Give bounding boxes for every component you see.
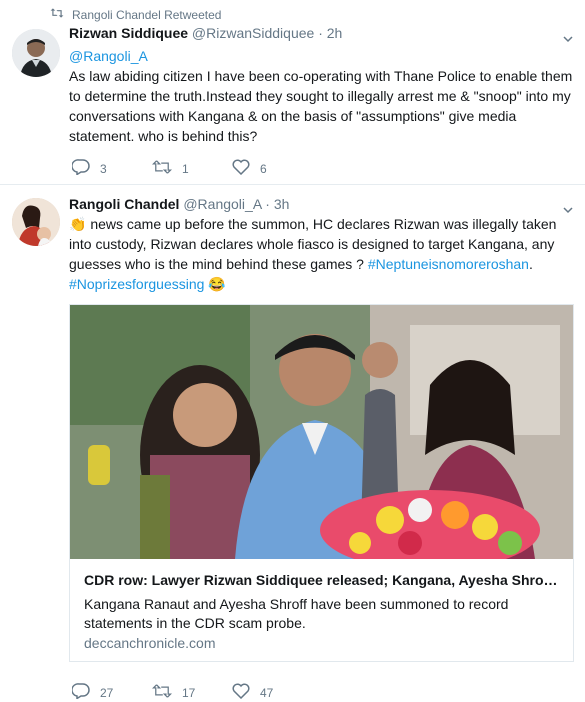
user-handle[interactable]: @RizwanSiddiquee [192,25,314,41]
avatar[interactable] [12,29,60,77]
retweet-count: 1 [182,161,189,176]
tweet-header: Rangoli Chandel @Rangoli_A · 3h [69,196,289,212]
tweet-actions: 27 17 47 [71,683,312,702]
retweet-count: 17 [182,685,196,700]
tweet-header: Rizwan Siddiquee @RizwanSiddiquee · 2h [69,25,342,41]
retweet-button[interactable]: 1 [151,160,232,177]
reply-icon [71,159,100,178]
mention-link[interactable]: @Rangoli_A [69,46,574,66]
card-title: CDR row: Lawyer Rizwan Siddiquee release… [84,572,559,588]
user-handle[interactable]: @Rangoli_A [183,196,261,212]
like-button[interactable]: 47 [232,683,312,702]
chevron-down-icon[interactable] [563,202,573,214]
laugh-emoji: 😂 [208,276,226,292]
reply-button[interactable]: 27 [71,683,152,702]
avatar[interactable] [12,198,60,246]
reply-icon [71,683,100,702]
tweet-punctuation: . [528,256,533,272]
tweet-text: 👏 news came up before the summon, HC dec… [69,214,574,294]
reply-count: 27 [100,685,114,700]
timestamp[interactable]: · 2h [318,25,342,41]
timestamp[interactable]: · 3h [265,196,289,212]
card-description: Kangana Ranaut and Ayesha Shroff have be… [84,596,509,631]
like-button[interactable]: 6 [232,159,312,178]
reply-count: 3 [100,161,107,176]
clap-emoji: 👏 [69,216,87,232]
link-card[interactable]: CDR row: Lawyer Rizwan Siddiquee release… [69,304,574,662]
retweet-icon [151,160,182,177]
reply-button[interactable]: 3 [71,159,152,178]
card-image[interactable] [70,305,573,559]
tweet-body: As law abiding citizen I have been co-op… [69,68,573,144]
card-domain: deccanchronicle.com [84,635,216,651]
retweet-icon [151,684,182,701]
tweet-text: @Rangoli_A As law abiding citizen I have… [69,46,574,146]
display-name[interactable]: Rangoli Chandel [69,196,179,212]
display-name[interactable]: Rizwan Siddiquee [69,25,188,41]
hashtag-link[interactable]: #Neptuneisnomoreroshan [368,256,529,272]
tweet-actions: 3 1 6 [71,159,312,178]
tweet-divider [0,184,585,185]
like-count: 6 [260,161,267,176]
chevron-down-icon[interactable] [563,31,573,43]
hashtag-link[interactable]: #Noprizesforguessing [69,276,204,292]
retweet-button[interactable]: 17 [151,684,232,701]
heart-icon [232,159,260,178]
heart-icon [232,683,260,702]
like-count: 47 [260,685,274,700]
